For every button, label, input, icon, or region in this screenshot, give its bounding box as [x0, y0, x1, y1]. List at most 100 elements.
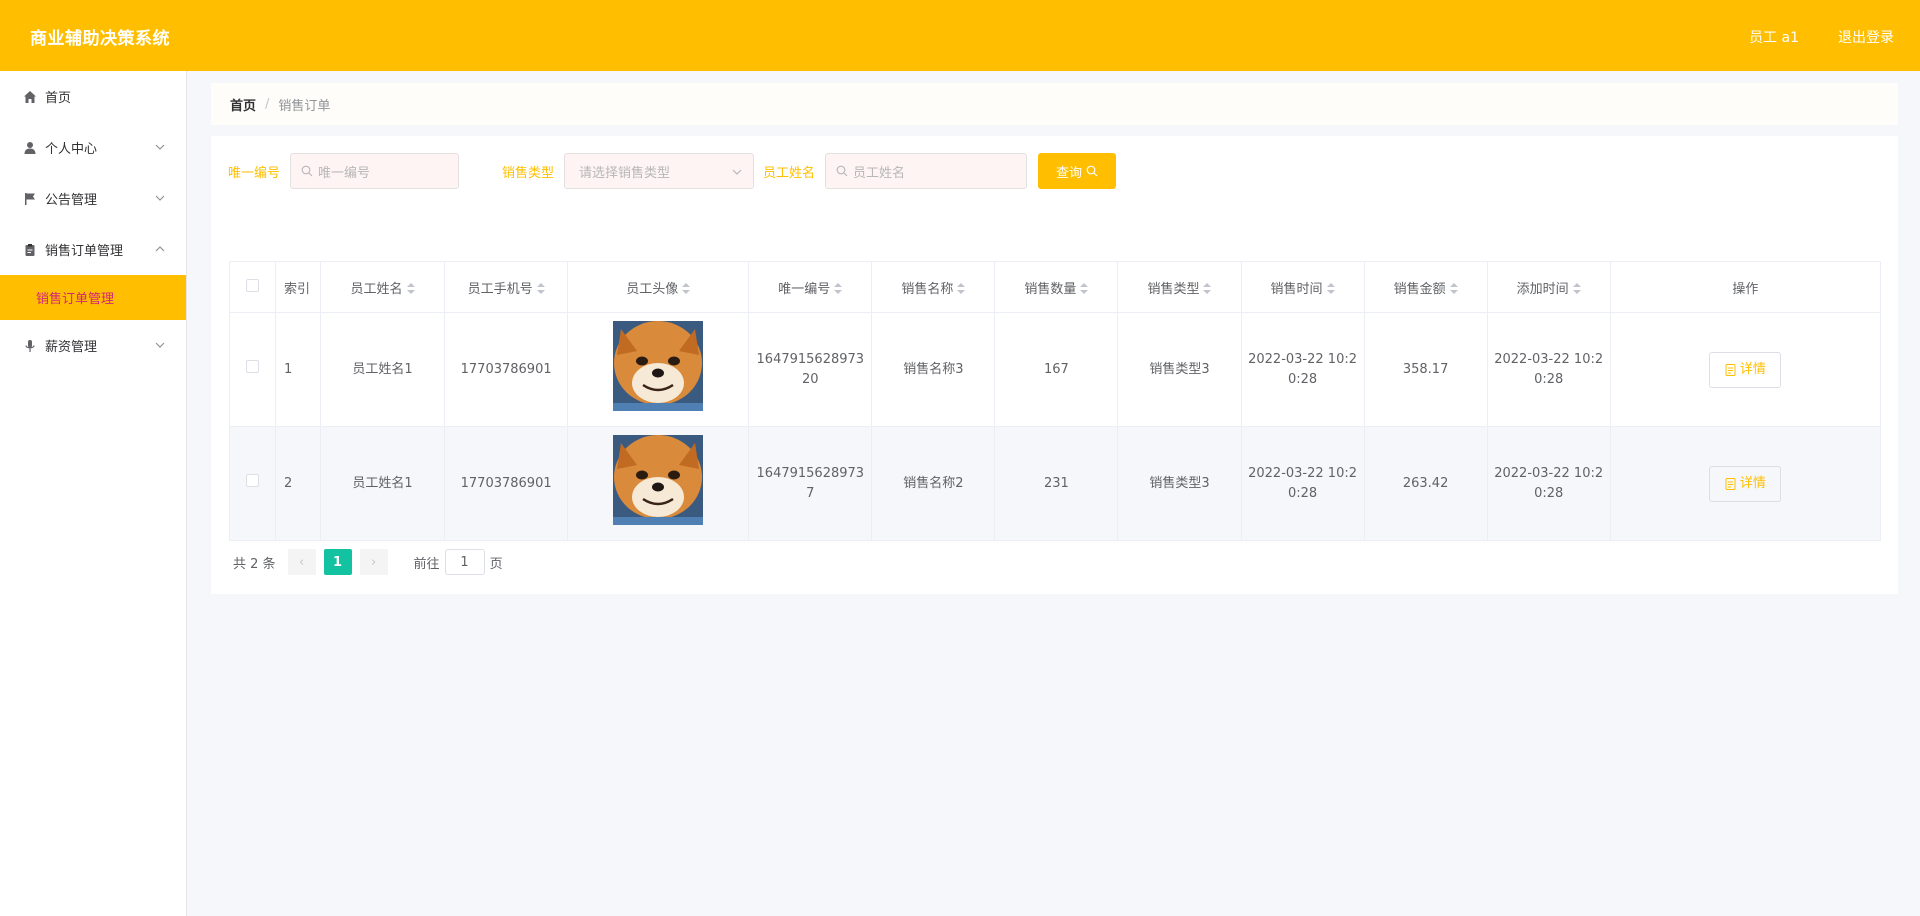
chevron-down-icon [155, 195, 165, 201]
user-icon [23, 141, 37, 155]
column-uid-label: 唯一编号 [778, 281, 831, 297]
pagination: 共 2 条 ‹ 1 › 前往 页 [233, 549, 503, 575]
select-all-checkbox[interactable] [246, 278, 259, 292]
column-header-sale-type[interactable]: 销售类型 [1117, 261, 1242, 313]
sort-icon[interactable] [1203, 282, 1212, 294]
sale-type-select[interactable]: 请选择销售类型 [564, 153, 754, 189]
employee-name-placeholder: 员工姓名 [853, 165, 906, 181]
detail-button[interactable]: 详情 [1709, 351, 1782, 388]
cell-avatar [567, 312, 750, 427]
sort-icon[interactable] [536, 282, 545, 294]
cell-action: 详情 [1609, 426, 1882, 541]
cell-sale-type: 销售类型3 [1117, 312, 1242, 427]
cell-sale-name: 销售名称3 [871, 312, 996, 427]
column-header-sale-name[interactable]: 销售名称 [871, 261, 996, 313]
breadcrumb-current: 销售订单 [278, 98, 331, 114]
sidebar-item-sales-orders[interactable]: 销售订单管理 [0, 224, 186, 275]
table-row[interactable]: 2 员工姓名1 17703786901 16479156289737 销售名称2… [228, 426, 1882, 541]
chevron-down-icon [155, 342, 165, 348]
sidebar-item-personal-center[interactable]: 个人中心 [0, 122, 186, 173]
chevron-down-icon [155, 144, 165, 150]
row-select-cell [228, 426, 277, 541]
sort-icon[interactable] [1449, 282, 1458, 294]
uid-search-input[interactable]: 唯一编号 [290, 153, 459, 189]
cell-amount: 358.17 [1363, 312, 1488, 427]
column-added-label: 添加时间 [1516, 281, 1569, 297]
goto-page-input[interactable] [444, 549, 485, 575]
cell-uid: 164791562897320 [748, 312, 873, 427]
document-icon [1725, 477, 1736, 490]
detail-button-label: 详情 [1739, 361, 1766, 377]
breadcrumb-home[interactable]: 首页 [230, 95, 256, 114]
cell-added: 2022-03-22 10:20:28 [1486, 426, 1611, 541]
column-header-uid[interactable]: 唯一编号 [748, 261, 873, 313]
cell-qty: 167 [994, 312, 1119, 427]
clipboard-icon [23, 243, 37, 257]
sidebar-item-label: 薪资管理 [45, 340, 98, 355]
employee-name-input[interactable]: 员工姓名 [825, 153, 1027, 189]
home-icon [23, 90, 37, 104]
filter-label-uid: 唯一编号 [228, 166, 281, 181]
app-title: 商业辅助决策系统 [30, 29, 170, 49]
column-avatar-label: 员工头像 [626, 281, 679, 297]
cell-avatar [567, 426, 750, 541]
detail-button-label: 详情 [1739, 475, 1766, 491]
column-header-avatar[interactable]: 员工头像 [567, 261, 750, 313]
breadcrumb-separator: / [265, 96, 270, 112]
employee-avatar-image[interactable] [613, 435, 704, 525]
column-header-name[interactable]: 员工姓名 [320, 261, 446, 313]
logout-link[interactable]: 退出登录 [1838, 27, 1894, 47]
cell-name: 员工姓名1 [320, 426, 446, 541]
select-all-header [228, 261, 277, 313]
table-row[interactable]: 1 员工姓名1 17703786901 164791562897320 销售名称… [228, 312, 1882, 427]
sidebar-item-label: 销售订单管理 [45, 244, 124, 259]
goto-prefix: 前往 [413, 556, 440, 572]
next-page-button[interactable]: › [359, 549, 388, 575]
chevron-down-icon [732, 169, 742, 175]
sort-icon[interactable] [406, 282, 415, 294]
sidebar-item-announcements[interactable]: 公告管理 [0, 173, 186, 224]
cell-qty: 231 [994, 426, 1119, 541]
column-qty-label: 销售数量 [1024, 281, 1077, 297]
page-number-button[interactable]: 1 [323, 549, 352, 575]
detail-button[interactable]: 详情 [1709, 465, 1782, 502]
sort-icon[interactable] [957, 282, 966, 294]
sidebar-item-salary[interactable]: 薪资管理 [0, 320, 186, 371]
sort-icon[interactable] [1326, 282, 1335, 294]
sidebar-subitem-sales-order-management[interactable]: 销售订单管理 [0, 275, 186, 320]
column-header-phone[interactable]: 员工手机号 [444, 261, 569, 313]
row-checkbox[interactable] [246, 473, 259, 487]
column-header-sale-time[interactable]: 销售时间 [1240, 261, 1365, 313]
prev-page-button[interactable]: ‹ [287, 549, 316, 575]
sort-icon[interactable] [1080, 282, 1089, 294]
sidebar-item-label: 个人中心 [45, 142, 98, 157]
flag-icon [23, 192, 37, 206]
column-header-added[interactable]: 添加时间 [1486, 261, 1611, 313]
column-action-label: 操作 [1732, 281, 1759, 297]
document-icon [1725, 363, 1736, 376]
uid-placeholder: 唯一编号 [318, 165, 371, 181]
employee-avatar-image[interactable] [613, 321, 704, 411]
sort-icon[interactable] [834, 282, 843, 294]
cell-sale-time: 2022-03-22 10:20:28 [1240, 426, 1365, 541]
search-button-label: 查询 [1055, 165, 1082, 181]
cell-index: 1 [275, 312, 322, 427]
column-sale-type-label: 销售类型 [1147, 281, 1200, 297]
breadcrumb: 首页 / 销售订单 [211, 83, 1898, 125]
sort-icon[interactable] [682, 282, 691, 294]
sidebar-item-label: 公告管理 [45, 193, 98, 208]
column-header-qty[interactable]: 销售数量 [994, 261, 1119, 313]
search-button[interactable]: 查询 [1038, 153, 1116, 189]
row-select-cell [228, 312, 277, 427]
sidebar-item-home[interactable]: 首页 [0, 71, 186, 122]
content-panel: 唯一编号 唯一编号 销售类型 请选择销售类型 员工姓名 员工姓名 查询 索引 员… [211, 136, 1898, 594]
sort-icon[interactable] [1572, 282, 1581, 294]
search-icon [301, 165, 313, 177]
column-name-label: 员工姓名 [350, 281, 403, 297]
row-checkbox[interactable] [246, 359, 259, 373]
column-header-amount[interactable]: 销售金额 [1363, 261, 1488, 313]
sales-order-table: 索引 员工姓名 员工手机号 员工头像 唯一编号 销售名称 销售数量 销售类型 销… [228, 261, 1882, 541]
cell-uid: 16479156289737 [748, 426, 873, 541]
chevron-up-icon [155, 246, 165, 252]
cell-phone: 17703786901 [444, 312, 569, 427]
